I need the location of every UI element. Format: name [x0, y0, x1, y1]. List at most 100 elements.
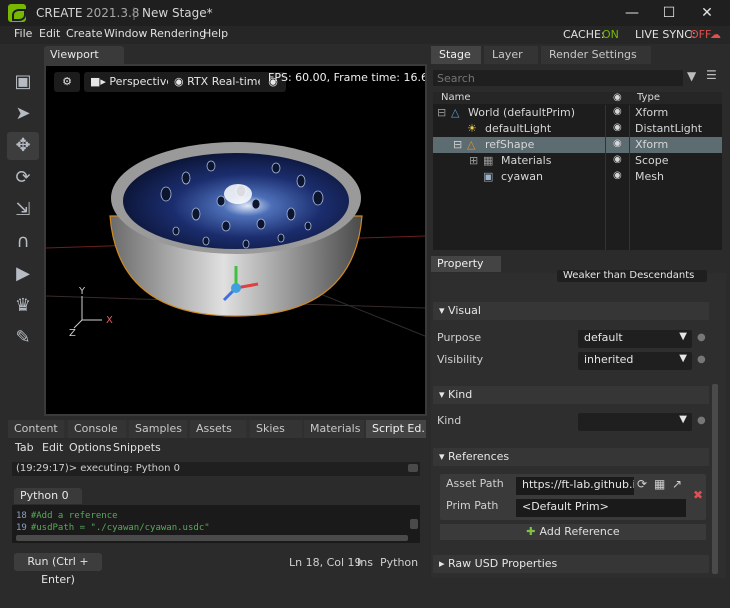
code-editor[interactable]: 18 #Add a reference 19 #usdPath = "./cyawa… — [12, 505, 420, 543]
prim-path-field[interactable]: <Default Prim> — [516, 499, 686, 517]
row-type: Xform — [635, 106, 669, 119]
eye-icon[interactable]: ◉ — [613, 106, 622, 117]
xform-icon: △ — [451, 106, 460, 119]
menu-create[interactable]: Create — [66, 27, 103, 40]
renderer-button[interactable]: ◉ RTX Real-time — [168, 72, 271, 92]
eye-icon[interactable]: ◉ — [613, 170, 622, 181]
script-menu-options[interactable]: Options — [69, 441, 111, 454]
asset-path-field[interactable]: https://ft-lab.github.io/us — [516, 477, 634, 495]
purpose-select[interactable]: default ▼ — [578, 330, 692, 348]
physics-icon[interactable]: ♛ — [7, 292, 39, 320]
section-visual[interactable]: ▾ Visual — [433, 302, 709, 320]
section-kind[interactable]: ▾ Kind — [433, 386, 709, 404]
row-name: cyawan — [501, 170, 544, 183]
section-raw-usd-label: Raw USD Properties — [448, 557, 558, 570]
tab-assets[interactable]: Assets — [190, 420, 246, 438]
bowl-highlight — [224, 184, 252, 204]
editor-horizontal-scrollbar[interactable] — [16, 535, 408, 541]
stage-search-input[interactable] — [433, 70, 683, 86]
collapse-icon[interactable]: ⊟ — [453, 138, 462, 151]
menu-file[interactable]: File — [14, 27, 32, 40]
camera-button[interactable]: ■▸ Perspective — [84, 72, 180, 92]
reload-icon[interactable]: ⟳ — [637, 477, 647, 491]
collapse-icon[interactable]: ⊟ — [437, 106, 446, 119]
live-sync-status[interactable]: OFF — [690, 28, 711, 41]
row-name: refShape — [485, 138, 535, 151]
filter-icon[interactable]: ▼ — [687, 69, 696, 83]
axis-indicator — [73, 296, 102, 329]
stage-row-cyawan[interactable]: ▣ cyawan ◉ Mesh — [433, 169, 722, 185]
tab-layer[interactable]: Layer — [484, 46, 538, 64]
menu-edit[interactable]: Edit — [39, 27, 60, 40]
cache-label: CACHE: — [563, 28, 605, 41]
tab-console[interactable]: Console — [68, 420, 126, 438]
script-menu-edit[interactable]: Edit — [42, 441, 63, 454]
section-raw-usd[interactable]: ▸ Raw USD Properties — [433, 555, 709, 573]
cache-status[interactable]: ON — [602, 28, 619, 41]
asset-path-value: https://ft-lab.github.io/us — [522, 478, 634, 491]
select-arrow-icon[interactable]: ➤ — [7, 100, 39, 128]
tab-render-settings[interactable]: Render Settings — [541, 46, 651, 64]
eye-icon[interactable]: ◉ — [613, 138, 622, 149]
stage-row-materials[interactable]: ⊞ ▦ Materials ◉ Scope — [433, 153, 722, 169]
play-icon[interactable]: ▶ — [7, 260, 39, 288]
visibility-select[interactable]: inherited ▼ — [578, 352, 692, 370]
collapse-triangle-icon: ▾ — [439, 388, 449, 401]
maximize-button[interactable]: ☐ — [654, 2, 684, 24]
default-dot-icon: ● — [697, 415, 706, 426]
viewport-settings-gear-icon[interactable]: ⚙ — [54, 72, 80, 92]
tab-materials[interactable]: Materials — [304, 420, 364, 438]
rotate-tool-icon[interactable]: ⟳ — [7, 164, 39, 192]
console-scrollbar[interactable] — [408, 464, 418, 472]
instanceable-value: Weaker than Descendants — [563, 270, 695, 281]
menu-rendering[interactable]: Rendering — [150, 27, 206, 40]
collapse-triangle-icon: ▾ — [439, 304, 449, 317]
stage-row-world[interactable]: ⊟ △ World (defaultPrim) ◉ Xform — [433, 105, 722, 121]
viewport[interactable]: Y X Z ⚙ ■▸ Perspective ◉ RTX Real-time ◉… — [44, 64, 427, 416]
tab-samples[interactable]: Samples — [129, 420, 187, 438]
plus-icon: ✚ — [526, 525, 536, 538]
eye-icon[interactable]: ◉ — [613, 122, 622, 133]
line-number: 18 — [16, 511, 27, 521]
property-scrollbar[interactable] — [712, 384, 718, 574]
editor-vertical-scrollbar[interactable] — [410, 519, 418, 529]
viewport-scene: Y X Z — [46, 142, 425, 339]
menu-window[interactable]: Window — [104, 27, 147, 40]
snap-magnet-icon[interactable]: ∩ — [7, 228, 39, 256]
run-button[interactable]: Run (Ctrl + Enter) — [14, 553, 102, 586]
remove-reference-icon[interactable]: ✖ — [693, 488, 703, 502]
tab-stage[interactable]: Stage — [431, 46, 481, 64]
instanceable-select[interactable]: Weaker than Descendants — [557, 270, 707, 282]
folder-icon[interactable]: ▦ — [654, 477, 665, 491]
stage-row-default-light[interactable]: ☀ defaultLight ◉ DistantLight — [433, 121, 722, 137]
insert-mode: Ins — [357, 556, 373, 569]
minimize-button[interactable]: — — [617, 2, 647, 24]
add-reference-button[interactable]: ✚ Add Reference — [440, 524, 706, 540]
menu-help[interactable]: Help — [203, 27, 228, 40]
viewport-tab[interactable]: Viewport — [44, 46, 124, 64]
property-tab[interactable]: Property — [431, 256, 501, 272]
script-menu-tab[interactable]: Tab — [15, 441, 34, 454]
mesh-icon: ▣ — [483, 170, 494, 183]
section-references[interactable]: ▾ References — [433, 448, 709, 466]
open-external-icon[interactable]: ↗ — [672, 477, 682, 491]
fps-readout: FPS: 60.00, Frame time: 16.67 ms — [268, 71, 425, 84]
script-menu-snippets[interactable]: Snippets — [113, 441, 161, 454]
stage-row-refshape[interactable]: ⊟ △ refShape ◉ Xform — [433, 137, 722, 153]
paint-brush-icon[interactable]: ✎ — [7, 324, 39, 352]
move-tool-icon[interactable]: ✥ — [7, 132, 39, 160]
close-button[interactable]: ✕ — [692, 2, 722, 24]
section-references-label: References — [448, 450, 510, 463]
tab-script-editor[interactable]: Script Ed... — [366, 420, 426, 438]
menu-list-icon[interactable]: ☰ — [706, 68, 717, 82]
kind-select[interactable]: ▼ — [578, 413, 692, 431]
eye-icon[interactable]: ◉ — [613, 154, 622, 165]
language-indicator: Python — [380, 556, 419, 569]
tab-skies[interactable]: Skies — [250, 420, 302, 438]
select-frame-icon[interactable]: ▣ — [7, 68, 39, 96]
tab-content[interactable]: Content — [8, 420, 64, 438]
expand-icon[interactable]: ⊞ — [469, 154, 478, 167]
purpose-label: Purpose — [437, 331, 482, 344]
scale-tool-icon[interactable]: ⇲ — [7, 196, 39, 224]
python-editor-tab[interactable]: Python 0 — [14, 488, 82, 504]
